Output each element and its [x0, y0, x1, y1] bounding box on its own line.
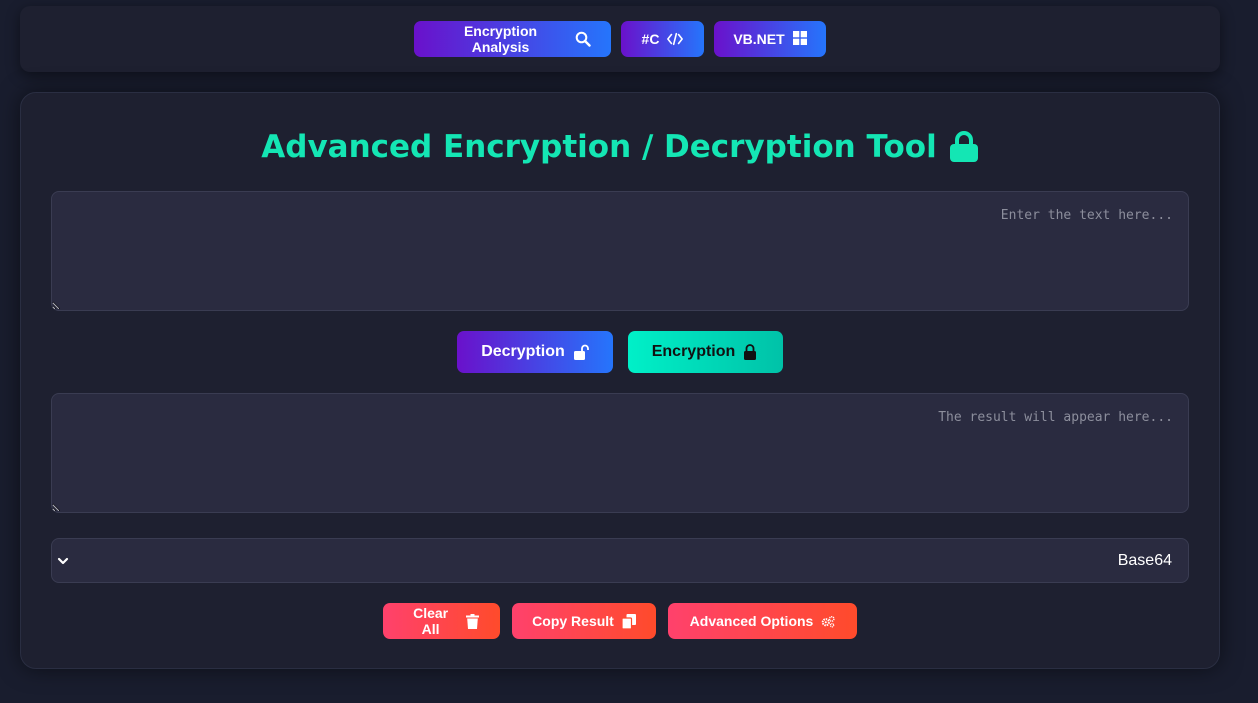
trash-icon [466, 613, 480, 629]
algorithm-select-value: Base64 [1117, 551, 1172, 569]
windows-icon [792, 31, 807, 47]
page-title-text: Advanced Encryption / Decryption Tool [261, 129, 937, 165]
action-buttons: Decryption Encryption [21, 331, 1219, 373]
copy-icon [621, 613, 636, 629]
main-card: Advanced Encryption / Decryption Tool De… [20, 92, 1220, 669]
gears-icon [821, 614, 835, 629]
output-textarea[interactable] [51, 393, 1189, 513]
advanced-options-label: Advanced Options [689, 613, 814, 629]
lock-icon [949, 131, 979, 163]
lock-icon [743, 344, 759, 360]
encryption-analysis-label: Encryption Analysis [463, 23, 538, 55]
top-nav-bar: Encryption Analysis #C VB.NET [20, 6, 1220, 72]
vbnet-label: VB.NET [733, 31, 785, 47]
csharp-button[interactable]: #C [621, 21, 704, 57]
copy-result-label: Copy Result [532, 613, 614, 629]
encryption-analysis-button[interactable]: Encryption Analysis [414, 21, 611, 57]
vbnet-button[interactable]: VB.NET [714, 21, 826, 57]
decrypt-label: Decryption [481, 343, 565, 360]
advanced-options-button[interactable]: Advanced Options [668, 603, 857, 639]
copy-result-button[interactable]: Copy Result [512, 603, 656, 639]
unlock-icon [573, 344, 589, 360]
csharp-label: #C [641, 31, 660, 47]
clear-all-label: Clear All [413, 605, 449, 637]
chevron-down-icon [56, 554, 70, 568]
search-icon [575, 31, 591, 47]
algorithm-select[interactable]: Base64 [51, 538, 1189, 583]
utility-buttons: Clear All Copy Result Advanced Options [21, 603, 1219, 639]
encrypt-label: Encryption [651, 343, 736, 360]
code-icon [667, 31, 684, 47]
decrypt-button[interactable]: Decryption [457, 331, 613, 373]
clear-all-button[interactable]: Clear All [383, 603, 500, 639]
encrypt-button[interactable]: Encryption [628, 331, 783, 373]
page-title: Advanced Encryption / Decryption Tool [21, 129, 1219, 165]
input-textarea[interactable] [51, 191, 1189, 311]
